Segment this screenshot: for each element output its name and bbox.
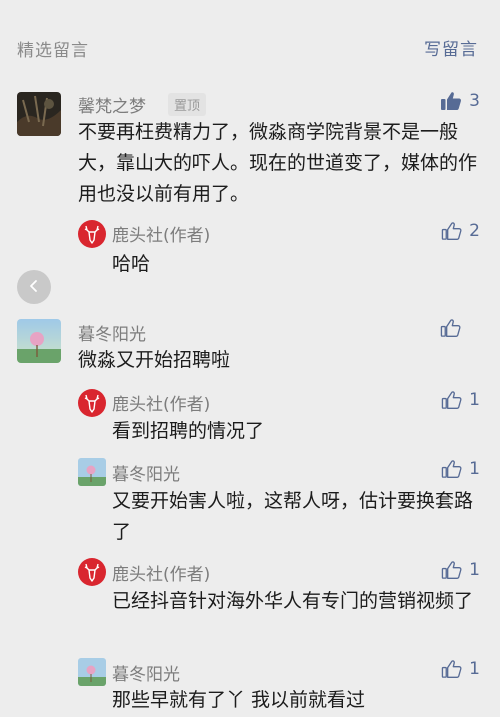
reply-text: 又要开始害人啦，这帮人呀，估计要换套路了 <box>112 490 474 543</box>
comment-author[interactable]: 暮冬阳光 <box>78 320 146 345</box>
avatar[interactable] <box>17 92 61 136</box>
avatar[interactable] <box>78 658 106 686</box>
write-comment-link[interactable]: 写留言 <box>424 35 478 60</box>
like-button[interactable]: 1 <box>441 459 480 479</box>
like-button[interactable]: 2 <box>441 221 480 241</box>
reply-text: 看到招聘的情况了 <box>112 420 265 442</box>
section-title: 精选留言 <box>17 41 89 61</box>
reply-author[interactable]: 鹿头社(作者) <box>112 560 210 585</box>
reply-text: 那些早就有了丫 我以前就看过 <box>112 689 366 711</box>
chevron-left-icon <box>27 278 41 297</box>
back-button[interactable] <box>17 270 51 304</box>
avatar[interactable] <box>78 458 106 486</box>
reply-text: 哈哈 <box>112 253 151 275</box>
thumbs-up-filled-icon <box>440 91 462 111</box>
like-count: 1 <box>469 390 480 410</box>
deer-logo-icon <box>78 389 106 417</box>
like-count: 3 <box>469 91 480 111</box>
reply-author[interactable]: 暮冬阳光 <box>112 660 180 685</box>
like-count: 1 <box>469 659 480 679</box>
avatar[interactable] <box>17 319 61 363</box>
reply-author[interactable]: 鹿头社(作者) <box>112 390 210 415</box>
like-button[interactable]: 1 <box>441 560 480 580</box>
thumbs-up-icon <box>441 459 462 479</box>
like-button[interactable]: 1 <box>441 390 480 410</box>
author-avatar[interactable] <box>78 220 106 248</box>
like-button[interactable]: 1 <box>441 659 480 679</box>
like-count: 1 <box>469 459 480 479</box>
comment-author[interactable]: 馨梵之梦 <box>78 92 146 117</box>
reply-author[interactable]: 鹿头社(作者) <box>112 221 210 246</box>
like-button[interactable]: 3 <box>440 91 480 111</box>
thumbs-up-icon <box>441 659 462 679</box>
like-button[interactable] <box>440 318 478 338</box>
comment-text: 不要再枉费精力了，微淼商学院背景不是一般大，靠山大的吓人。现在的世道变了，媒体的… <box>78 121 478 205</box>
comments-page: 精选留言 写留言 馨梵之梦 置顶 3 不要再枉费精力了，微淼商学院背景不是一般大… <box>0 0 500 717</box>
author-avatar[interactable] <box>78 558 106 586</box>
thumbs-up-icon <box>441 560 462 580</box>
thumbs-up-icon <box>441 221 462 241</box>
deer-logo-icon <box>78 220 106 248</box>
thumbs-up-icon <box>440 318 461 338</box>
reply-text: 已经抖音针对海外华人有专门的营销视频了 <box>112 590 474 612</box>
comments-header: 精选留言 写留言 <box>0 0 500 88</box>
thumbs-up-icon <box>441 390 462 410</box>
comment-text: 微淼又开始招聘啦 <box>78 349 231 371</box>
reply-author[interactable]: 暮冬阳光 <box>112 460 180 485</box>
author-avatar[interactable] <box>78 389 106 417</box>
deer-logo-icon <box>78 558 106 586</box>
pinned-badge: 置顶 <box>168 93 207 116</box>
like-count: 2 <box>469 221 480 241</box>
like-count: 1 <box>469 560 480 580</box>
